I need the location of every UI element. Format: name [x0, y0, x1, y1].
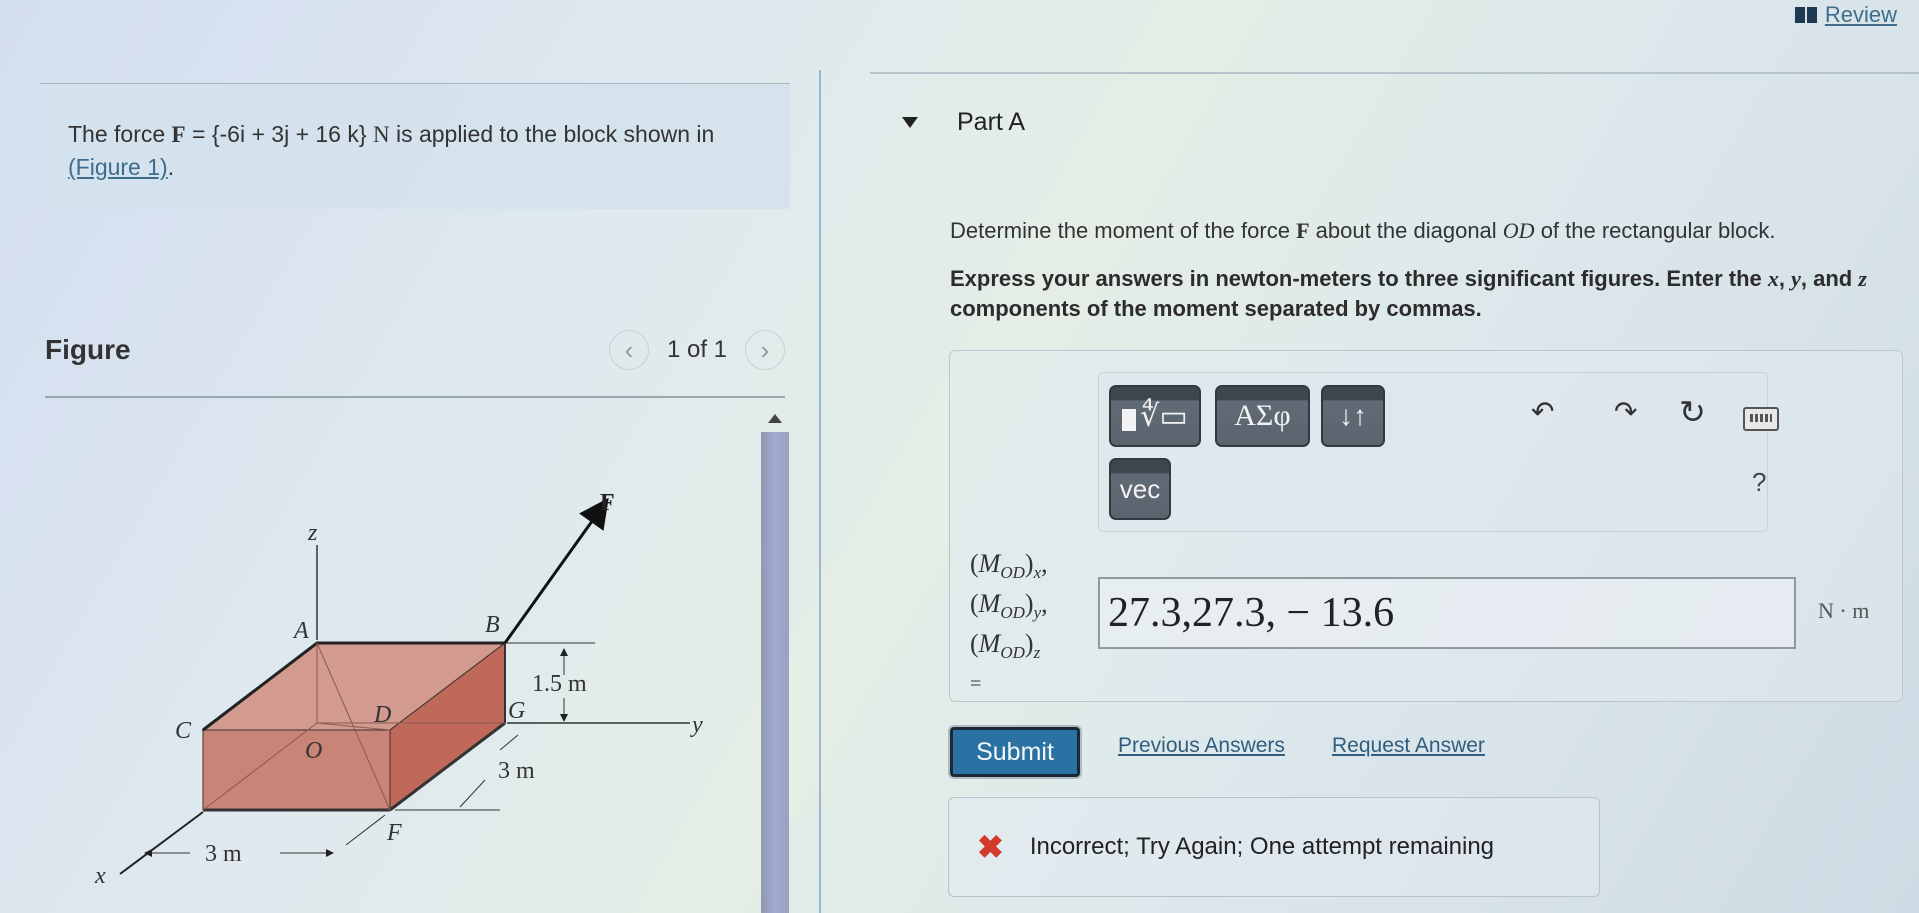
force-arrow: [503, 497, 609, 644]
question: Determine the moment of the force F abou…: [950, 216, 1910, 324]
error-x-icon: ✖: [977, 829, 1004, 865]
reset-icon[interactable]: ↻: [1679, 393, 1706, 431]
redo-icon[interactable]: ↷: [1614, 395, 1637, 428]
label-z: z: [307, 520, 318, 546]
label-y: y: [690, 712, 703, 738]
instructions-segment: , and: [1800, 266, 1859, 291]
label-line-x: (MOD)x,: [970, 549, 1048, 583]
dim-height-label: 1.5 m: [532, 671, 587, 697]
dim-width-label: 3 m: [205, 841, 242, 867]
feedback-box: ✖ Incorrect; Try Again; One attempt rema…: [948, 797, 1600, 897]
math-toolbar: ∜▭ ΑΣφ ↓↑ vec ↶ ↷ ↻ ?: [1098, 372, 1779, 532]
figure-header: Figure ‹ 1 of 1 ›: [45, 330, 785, 370]
review-label: Review: [1824, 2, 1897, 27]
force-symbol: F: [1296, 218, 1310, 243]
figure-scrollbar[interactable]: [761, 410, 789, 913]
label-O: O: [305, 738, 322, 764]
book-icon: [1794, 7, 1817, 23]
label-OD: OD: [1000, 643, 1025, 663]
label-M: M: [978, 629, 1001, 659]
previous-answers-link[interactable]: Previous Answers: [1118, 734, 1285, 758]
figure-prev-button[interactable]: ‹: [608, 330, 649, 370]
instructions-segment: ,: [1778, 266, 1792, 291]
collapse-triangle-icon[interactable]: [902, 117, 918, 128]
label-x: x: [94, 863, 106, 889]
figure-next-button[interactable]: ›: [745, 330, 785, 370]
template-block-icon: [1122, 409, 1137, 431]
undo-icon[interactable]: ↶: [1531, 395, 1554, 428]
question-segment: of the rectangular block.: [1534, 218, 1776, 243]
label-sub-y: y: [1033, 603, 1042, 623]
force-unit: N: [372, 122, 390, 147]
arrows-button[interactable]: ↓↑: [1321, 385, 1385, 447]
part-divider: [870, 72, 1919, 74]
label-line-z: (MOD)z: [970, 629, 1041, 663]
problem-text: is applied to the block shown in: [389, 121, 715, 147]
submit-button[interactable]: Submit: [950, 727, 1080, 777]
figure-divider: [45, 396, 785, 398]
answer-value: 27.3,27.3, − 13.6: [1108, 590, 1395, 636]
unit-label: N · m: [1818, 598, 1870, 623]
column-divider: [819, 70, 821, 913]
root-template-icon: ∜▭: [1140, 398, 1188, 434]
help-icon[interactable]: ?: [1752, 467, 1766, 498]
var-z: z: [1858, 266, 1867, 291]
label-OD: OD: [1000, 603, 1025, 623]
dimension-line: [499, 734, 519, 751]
problem-text: .: [167, 154, 175, 180]
var-y: y: [1791, 266, 1801, 291]
question-text: Determine the moment of the force F abou…: [950, 216, 1910, 246]
answer-label: (MOD)x, (MOD)y, (MOD)z =: [970, 548, 1048, 700]
keyboard-icon[interactable]: [1743, 407, 1779, 431]
figure-title: Figure: [45, 334, 131, 365]
label-F-force: F: [600, 490, 615, 516]
answer-input[interactable]: 27.3,27.3, − 13.6: [1098, 577, 1796, 649]
question-segment: Determine the moment of the force: [950, 218, 1297, 243]
x-axis: [119, 811, 204, 875]
force-expression: = {-6i + 3j + 16 k}: [185, 121, 373, 147]
problem-text: The force: [68, 121, 172, 147]
dim-depth-label: 3 m: [498, 758, 535, 784]
question-segment: about the diagonal: [1309, 218, 1503, 243]
label-B: B: [485, 612, 500, 638]
var-x: x: [1767, 266, 1779, 291]
instructions-segment: components of the moment separated by co…: [950, 296, 1482, 321]
chevron-right-icon: ›: [760, 334, 770, 365]
instructions-segment: Express your answers in newton-meters to…: [950, 266, 1768, 291]
figure-counter: 1 of 1: [666, 336, 727, 363]
diagonal-symbol: OD: [1502, 218, 1535, 243]
label-line-y: (MOD)y,: [970, 589, 1048, 623]
feedback-text: Incorrect; Try Again; One attempt remain…: [1029, 833, 1495, 860]
figure-link[interactable]: (Figure 1): [68, 154, 168, 180]
part-title: Part A: [957, 108, 1026, 136]
label-C: C: [175, 718, 192, 744]
block-front-face: [202, 729, 391, 811]
greek-symbols-button[interactable]: ΑΣφ: [1215, 385, 1310, 447]
label-G: G: [508, 698, 525, 724]
review-link[interactable]: Review: [1794, 2, 1897, 28]
label-A: A: [292, 618, 309, 644]
block-figure: z A B C D O G F x y F 1.5 m 3 m 3 m: [94, 490, 703, 889]
label-F-point: F: [386, 820, 402, 846]
label-M: M: [978, 589, 1001, 619]
problem-statement: The force F = {-6i + 3j + 16 k} N is app…: [40, 83, 790, 209]
instructions: Express your answers in newton-meters to…: [950, 264, 1910, 324]
label-sub-x: x: [1033, 563, 1042, 583]
label-D: D: [373, 702, 391, 728]
request-answer-link[interactable]: Request Answer: [1332, 734, 1485, 758]
scroll-thumb[interactable]: [761, 432, 789, 913]
scroll-up-icon[interactable]: [768, 414, 782, 423]
label-OD: OD: [1000, 563, 1025, 583]
dimension-line: [345, 814, 386, 846]
force-symbol: F: [171, 122, 186, 147]
label-equals: =: [970, 672, 982, 695]
dimension-line: [459, 779, 486, 808]
vec-button[interactable]: vec: [1109, 458, 1171, 520]
label-sub-z: z: [1033, 643, 1041, 663]
templates-button[interactable]: ∜▭: [1109, 385, 1201, 447]
label-M: M: [978, 549, 1001, 578]
chevron-left-icon: ‹: [624, 334, 634, 365]
